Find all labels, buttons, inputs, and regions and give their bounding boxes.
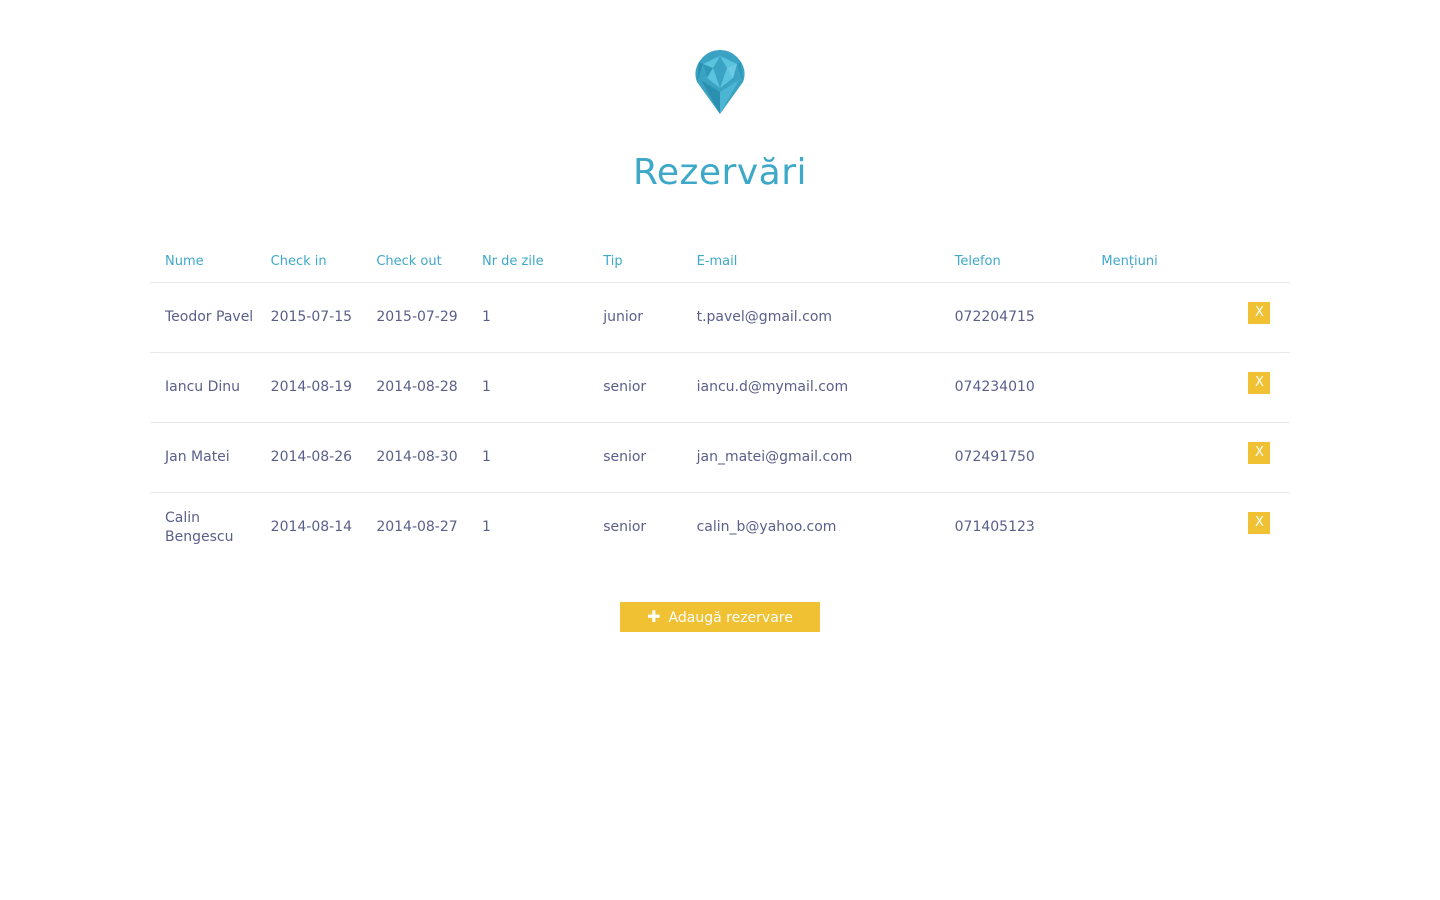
cell-phone: 071405123 [954, 519, 1035, 535]
header-days: Nr de zile [466, 240, 589, 283]
cell-check-out: 2014-08-28 [361, 352, 467, 423]
delete-button[interactable]: X [1248, 512, 1271, 534]
cell-email: t.pavel@gmail.com [681, 282, 940, 353]
cell-check-in: 2014-08-26 [255, 422, 362, 493]
cell-email: calin_b@yahoo.com [696, 519, 837, 535]
add-reservation-label: Adaugă rezervare [668, 610, 793, 626]
cell-type: junior [588, 282, 682, 353]
table-header-row: Nume Check in Check out Nr de zile Tip E… [150, 240, 1290, 283]
cell-check-out: 2015-07-29 [361, 282, 467, 353]
cell-notes [1086, 493, 1195, 563]
cell-check-out: 2014-08-30 [361, 422, 467, 493]
table-row: Teodor Pavel 2015-07-15 2015-07-29 1 jun… [150, 282, 1290, 353]
header-check-in: Check in [255, 240, 362, 283]
cell-name: Iancu Dinu [150, 352, 256, 423]
cell-name: Calin Bengescu [165, 509, 234, 545]
cell-phone: 072204715 [939, 282, 1087, 353]
cell-name: Jan Matei [150, 422, 256, 493]
cell-type: senior [588, 352, 682, 423]
page-title: Rezervări [632, 152, 808, 193]
delete-button[interactable]: X [1248, 442, 1271, 464]
cell-actions: X [1195, 282, 1290, 353]
header-notes: Mențiuni [1086, 240, 1196, 283]
cell-notes [1086, 282, 1196, 353]
cell-check-out: 2014-08-27 [376, 519, 458, 535]
cell-days: 1 [466, 352, 589, 423]
header-check-out: Check out [361, 240, 467, 283]
cell-name: Teodor Pavel [150, 282, 256, 353]
header-name: Nume [150, 240, 256, 283]
cell-actions: X [1195, 422, 1290, 493]
table-row: Iancu Dinu 2014-08-19 2014-08-28 1 senio… [150, 352, 1290, 423]
cell-phone: 072491750 [939, 422, 1087, 493]
cell-notes [1086, 352, 1196, 423]
gem-icon [695, 50, 745, 114]
delete-button[interactable]: X [1248, 372, 1271, 394]
cell-days: 1 [466, 422, 589, 493]
cell-notes [1086, 422, 1196, 493]
header-phone: Telefon [939, 240, 1087, 283]
plus-icon: ✚ [647, 607, 661, 626]
page: Rezervări Nume Check in Check out Nr de … [0, 0, 1440, 900]
reservations-table: Nume Check in Check out Nr de zile Tip E… [150, 240, 1290, 562]
delete-button[interactable]: X [1248, 302, 1271, 324]
cell-phone: 074234010 [939, 352, 1087, 423]
cell-actions: X [1195, 493, 1290, 563]
header-actions [1195, 240, 1290, 283]
table-row: Jan Matei 2014-08-26 2014-08-30 1 senior… [150, 422, 1290, 493]
add-reservation-button[interactable]: ✚ Adaugă rezervare [620, 602, 820, 632]
cell-check-in: 2014-08-19 [255, 352, 362, 423]
cell-email: jan_matei@gmail.com [681, 422, 940, 493]
cell-email: iancu.d@mymail.com [681, 352, 940, 423]
cell-days: 1 [481, 519, 491, 535]
header-type: Tip [588, 240, 682, 283]
cell-check-in: 2014-08-14 [270, 519, 353, 535]
cell-type: senior [588, 422, 682, 493]
cell-type: senior [603, 519, 647, 535]
table-row: Calin Bengescu 2014-08-14 2014-08-27 1 s… [150, 493, 1290, 563]
cell-days: 1 [466, 282, 589, 353]
cell-actions: X [1195, 352, 1290, 423]
cell-check-in: 2015-07-15 [255, 282, 362, 353]
header-email: E-mail [681, 240, 940, 283]
